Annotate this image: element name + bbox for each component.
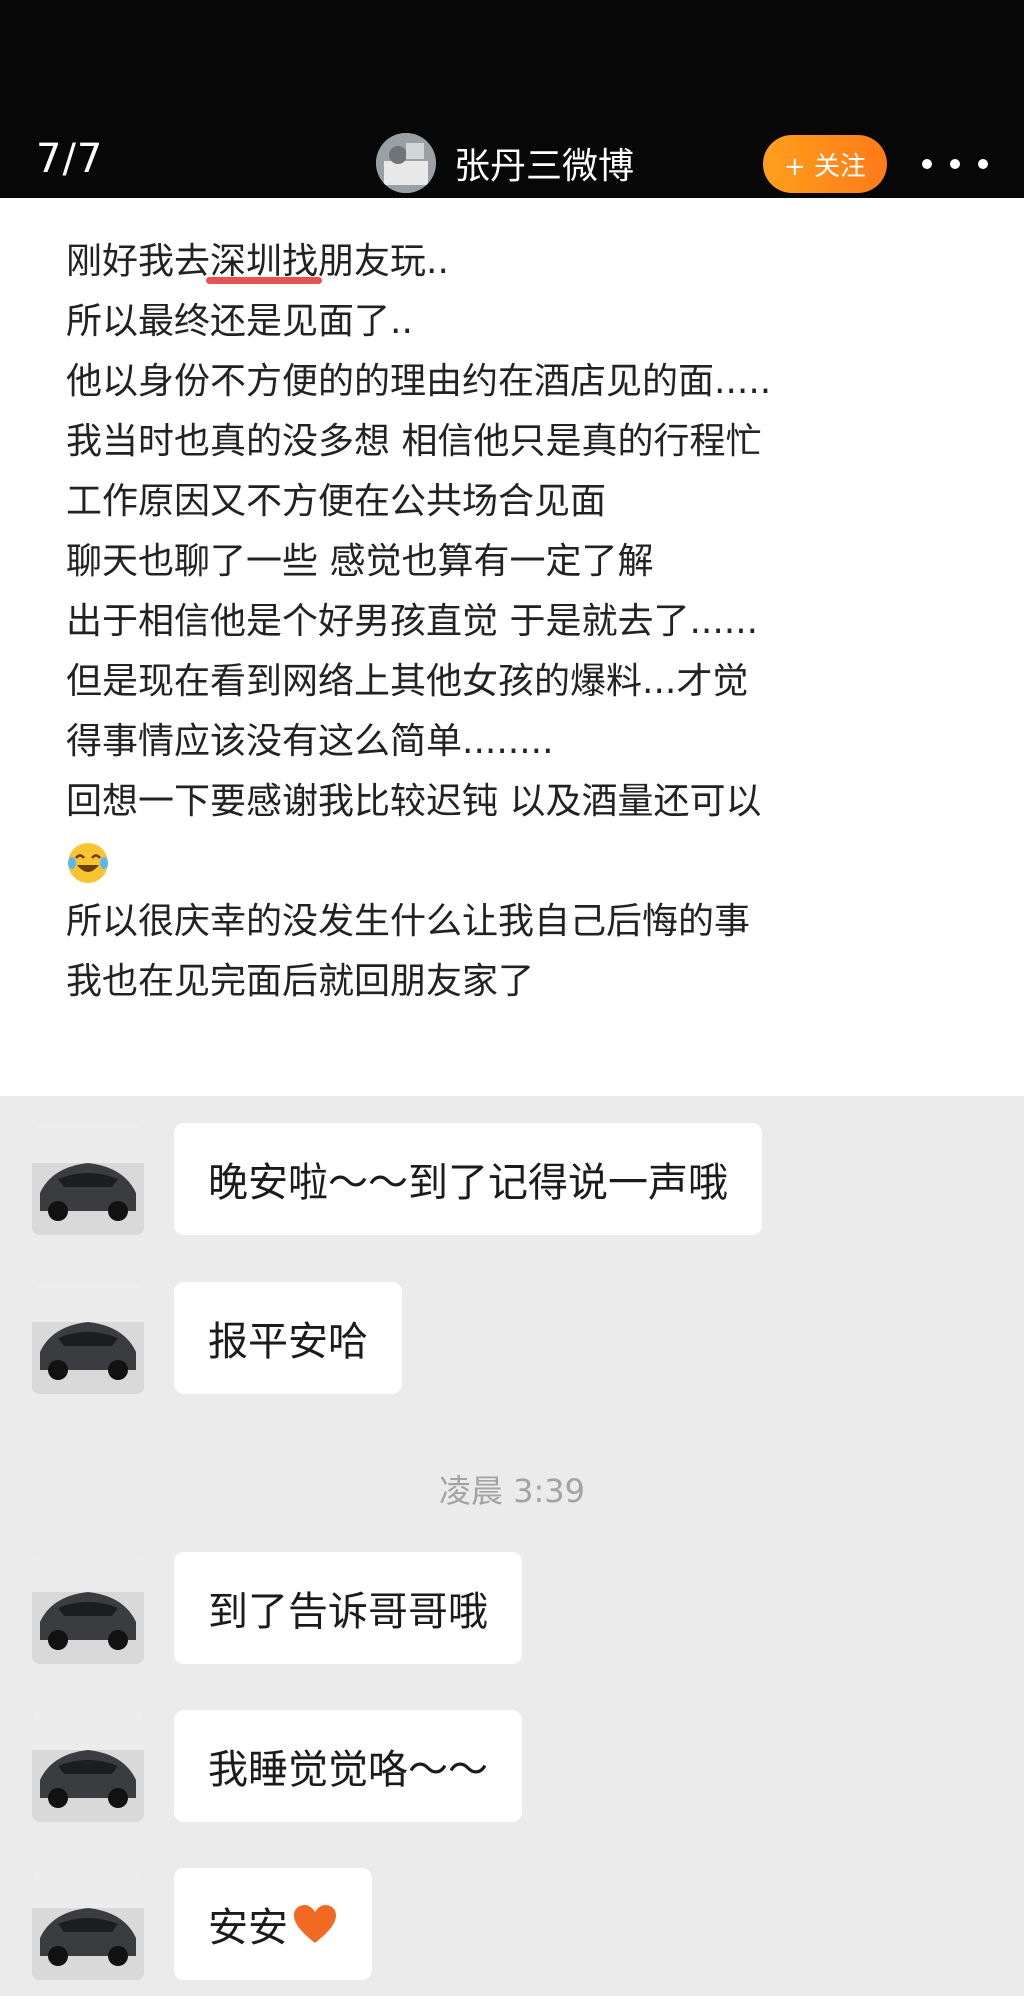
message-bubble[interactable]: 我睡觉觉咯～～ — [174, 1710, 522, 1822]
image-counter: 7/7 — [36, 136, 104, 182]
chat-message: 晚安啦～～到了记得说一声哦 — [32, 1123, 762, 1235]
text-line-10: 回想一下要感谢我比较迟钝 以及酒量还可以 — [66, 781, 762, 822]
chat-message: 我睡觉觉咯～～ — [32, 1710, 522, 1822]
text-line-1-end: 朋友玩.. — [318, 241, 449, 282]
text-line-1-start: 刚好我去 — [66, 241, 211, 282]
sports-car-avatar-icon[interactable] — [32, 1123, 144, 1235]
chat-message: 安安 — [32, 1868, 372, 1980]
sports-car-avatar-icon[interactable] — [32, 1282, 144, 1394]
post-text: 刚好我去深圳找朋友玩.. 所以最终还是见面了.. 他以身份不方便的的理由约在酒店… — [66, 232, 966, 1012]
follow-button[interactable]: + 关注 — [763, 135, 887, 193]
more-dots-icon[interactable] — [922, 150, 988, 178]
chat-message: 报平安哈 — [32, 1282, 402, 1394]
text-line-2: 所以最终还是见面了.. — [66, 301, 413, 342]
sports-car-avatar-icon[interactable] — [32, 1710, 144, 1822]
orange-heart-emoji-icon — [292, 1903, 338, 1945]
profile-photo-icon[interactable] — [376, 133, 436, 193]
text-line-1: 刚好我去深圳找朋友玩.. — [66, 232, 966, 292]
sports-car-avatar-icon[interactable] — [32, 1868, 144, 1980]
sports-car-avatar-icon[interactable] — [32, 1552, 144, 1664]
text-line-11: 所以很庆幸的没发生什么让我自己后悔的事 — [66, 901, 751, 942]
text-line-7: 出于相信他是个好男孩直觉 于是就去了...... — [66, 601, 759, 642]
post-text-panel: 刚好我去深圳找朋友玩.. 所以最终还是见面了.. 他以身份不方便的的理由约在酒店… — [0, 198, 1024, 1096]
text-line-9: 得事情应该没有这么简单........ — [66, 721, 554, 762]
dot — [950, 159, 960, 169]
message-bubble[interactable]: 到了告诉哥哥哦 — [174, 1552, 522, 1664]
dot — [978, 159, 988, 169]
underlined-location: 深圳找 — [206, 232, 323, 292]
text-line-8: 但是现在看到网络上其他女孩的爆料...才觉 — [66, 661, 749, 702]
message-bubble[interactable]: 安安 — [174, 1868, 372, 1980]
top-bar: 7/7 张丹三微博 + 关注 — [0, 0, 1024, 198]
message-bubble[interactable]: 报平安哈 — [174, 1282, 402, 1394]
account-info[interactable]: 张丹三微博 — [376, 133, 634, 193]
text-line-5: 工作原因又不方便在公共场合见面 — [66, 481, 607, 522]
laughing-tears-emoji-icon — [66, 841, 110, 885]
text-line-6: 聊天也聊了一些 感觉也算有一定了解 — [66, 541, 654, 582]
account-name[interactable]: 张丹三微博 — [454, 137, 634, 189]
chat-message: 到了告诉哥哥哦 — [32, 1552, 522, 1664]
text-line-4: 我当时也真的没多想 相信他只是真的行程忙 — [66, 421, 762, 462]
message-text: 安安 — [208, 1905, 288, 1951]
text-line-emoji — [66, 832, 966, 892]
message-bubble[interactable]: 晚安啦～～到了记得说一声哦 — [174, 1123, 762, 1235]
text-line-12: 我也在见完面后就回朋友家了 — [66, 961, 535, 1002]
text-line-3: 他以身份不方便的的理由约在酒店见的面..... — [66, 361, 772, 402]
dot — [922, 159, 932, 169]
chat-timestamp: 凌晨 3:39 — [438, 1472, 586, 1510]
